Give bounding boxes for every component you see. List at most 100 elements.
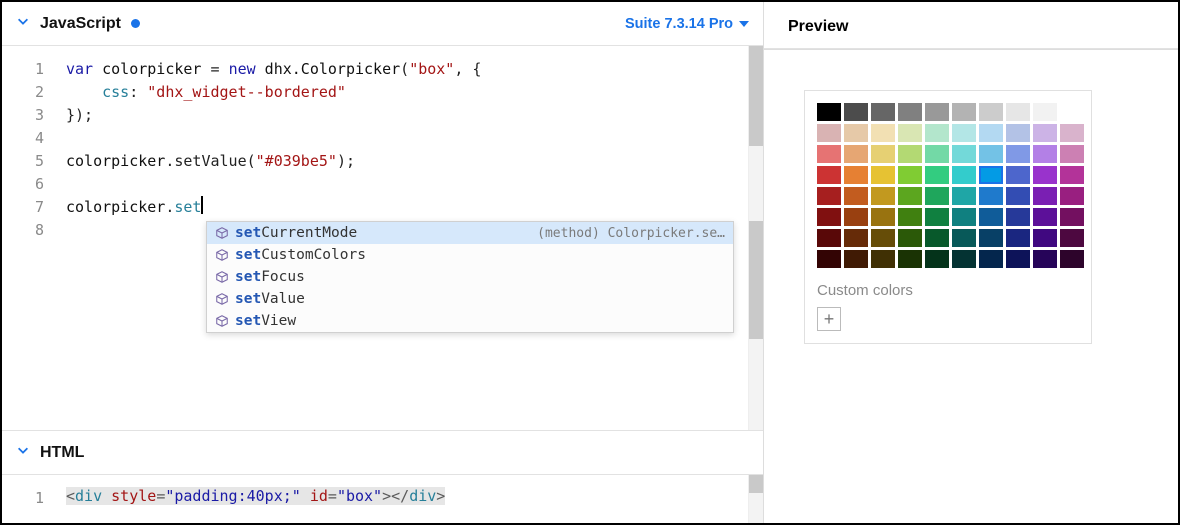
html-code-area[interactable]: <div style="padding:40px;" id="box"></di… <box>58 475 763 523</box>
color-swatch[interactable] <box>1060 208 1084 226</box>
color-swatch[interactable] <box>925 145 949 163</box>
color-swatch[interactable] <box>979 103 1003 121</box>
autocomplete-item[interactable]: setFocus <box>207 266 733 288</box>
autocomplete-popup[interactable]: setCurrentMode(method) Colorpicker.se…se… <box>206 221 734 333</box>
color-swatch[interactable] <box>844 187 868 205</box>
autocomplete-item[interactable]: setCurrentMode(method) Colorpicker.se… <box>207 222 733 244</box>
color-swatch[interactable] <box>979 187 1003 205</box>
color-swatch[interactable] <box>952 250 976 268</box>
color-swatch[interactable] <box>925 229 949 247</box>
color-swatch[interactable] <box>1033 124 1057 142</box>
color-swatch[interactable] <box>925 187 949 205</box>
color-swatch[interactable] <box>952 208 976 226</box>
color-swatch[interactable] <box>979 124 1003 142</box>
add-custom-color-button[interactable]: + <box>817 307 841 331</box>
color-swatch[interactable] <box>817 229 841 247</box>
color-swatch[interactable] <box>1033 208 1057 226</box>
color-swatch[interactable] <box>898 187 922 205</box>
color-swatch[interactable] <box>844 103 868 121</box>
color-swatch[interactable] <box>898 145 922 163</box>
method-icon <box>215 314 229 328</box>
color-swatch[interactable] <box>1060 250 1084 268</box>
color-swatch[interactable] <box>979 145 1003 163</box>
color-swatch[interactable] <box>898 229 922 247</box>
autocomplete-item[interactable]: setValue <box>207 288 733 310</box>
color-swatch[interactable] <box>817 166 841 184</box>
color-swatch[interactable] <box>1033 187 1057 205</box>
color-swatch[interactable] <box>817 250 841 268</box>
html-editor[interactable]: 1 <div style="padding:40px;" id="box"></… <box>2 475 763 523</box>
color-swatch[interactable] <box>925 103 949 121</box>
color-swatch[interactable] <box>817 103 841 121</box>
color-swatch[interactable] <box>1006 166 1030 184</box>
color-swatch[interactable] <box>817 124 841 142</box>
autocomplete-item[interactable]: setView <box>207 310 733 332</box>
color-swatch[interactable] <box>952 229 976 247</box>
color-swatch[interactable] <box>1060 229 1084 247</box>
color-swatch[interactable] <box>817 208 841 226</box>
color-swatch[interactable] <box>871 124 895 142</box>
color-swatch[interactable] <box>1033 145 1057 163</box>
color-swatch[interactable] <box>844 208 868 226</box>
collapse-icon[interactable] <box>16 443 30 462</box>
color-swatch[interactable] <box>1006 208 1030 226</box>
color-swatch[interactable] <box>1060 103 1084 121</box>
color-swatch[interactable] <box>844 229 868 247</box>
color-swatch[interactable] <box>925 250 949 268</box>
color-swatch[interactable] <box>952 124 976 142</box>
color-swatch[interactable] <box>1006 145 1030 163</box>
color-swatch[interactable] <box>979 208 1003 226</box>
color-swatch[interactable] <box>898 103 922 121</box>
color-swatch[interactable] <box>871 103 895 121</box>
js-editor[interactable]: 12345678 var colorpicker = new dhx.Color… <box>2 46 763 430</box>
editor-scrollbar[interactable] <box>748 475 763 523</box>
collapse-icon[interactable] <box>16 14 30 33</box>
color-swatch[interactable] <box>871 250 895 268</box>
color-swatch[interactable] <box>1006 229 1030 247</box>
color-swatch[interactable] <box>844 124 868 142</box>
color-swatch[interactable] <box>1006 103 1030 121</box>
color-swatch[interactable] <box>898 166 922 184</box>
color-swatch[interactable] <box>844 145 868 163</box>
color-swatch[interactable] <box>925 208 949 226</box>
version-dropdown[interactable]: Suite 7.3.14 Pro <box>625 16 749 32</box>
palette-grid[interactable] <box>817 103 1079 268</box>
color-swatch[interactable] <box>1006 250 1030 268</box>
color-swatch[interactable] <box>871 187 895 205</box>
color-swatch[interactable] <box>871 229 895 247</box>
method-icon <box>215 248 229 262</box>
color-swatch[interactable] <box>1006 187 1030 205</box>
color-swatch[interactable] <box>925 166 949 184</box>
editor-scrollbar[interactable] <box>748 46 763 430</box>
color-swatch[interactable] <box>898 124 922 142</box>
colorpicker-widget[interactable]: Custom colors + <box>804 90 1092 344</box>
color-swatch[interactable] <box>844 250 868 268</box>
color-swatch[interactable] <box>979 166 1003 184</box>
color-swatch[interactable] <box>952 145 976 163</box>
color-swatch[interactable] <box>979 229 1003 247</box>
color-swatch[interactable] <box>1033 103 1057 121</box>
color-swatch[interactable] <box>925 124 949 142</box>
color-swatch[interactable] <box>952 187 976 205</box>
color-swatch[interactable] <box>898 250 922 268</box>
autocomplete-item[interactable]: setCustomColors <box>207 244 733 266</box>
color-swatch[interactable] <box>871 166 895 184</box>
color-swatch[interactable] <box>871 208 895 226</box>
color-swatch[interactable] <box>844 166 868 184</box>
color-swatch[interactable] <box>871 145 895 163</box>
color-swatch[interactable] <box>1060 187 1084 205</box>
color-swatch[interactable] <box>1006 124 1030 142</box>
color-swatch[interactable] <box>1060 166 1084 184</box>
color-swatch[interactable] <box>817 187 841 205</box>
color-swatch[interactable] <box>1033 229 1057 247</box>
color-swatch[interactable] <box>1033 250 1057 268</box>
color-swatch[interactable] <box>952 103 976 121</box>
color-swatch[interactable] <box>1033 166 1057 184</box>
color-swatch[interactable] <box>1060 124 1084 142</box>
color-swatch[interactable] <box>952 166 976 184</box>
color-swatch[interactable] <box>898 208 922 226</box>
color-swatch[interactable] <box>979 250 1003 268</box>
color-swatch[interactable] <box>1060 145 1084 163</box>
text-cursor <box>201 196 203 214</box>
color-swatch[interactable] <box>817 145 841 163</box>
